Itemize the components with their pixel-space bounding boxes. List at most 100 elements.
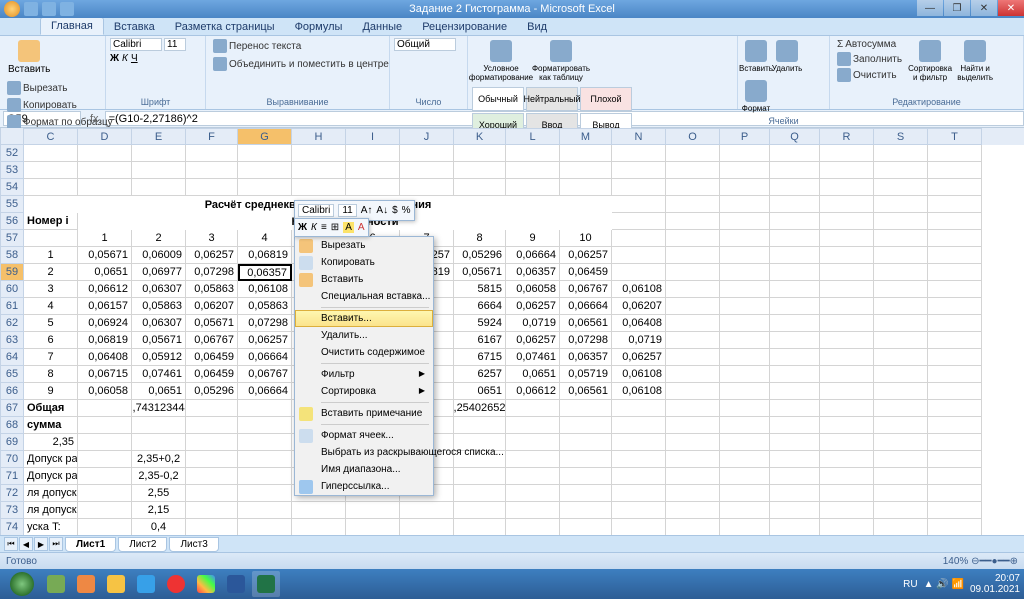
cell[interactable] bbox=[928, 179, 982, 196]
mini-font-name[interactable]: Calibri bbox=[298, 204, 334, 217]
cell[interactable]: 2,35+0,2 bbox=[132, 451, 186, 468]
cell[interactable] bbox=[78, 417, 132, 434]
mini-fill-color[interactable]: A bbox=[343, 222, 354, 233]
cell[interactable] bbox=[770, 417, 820, 434]
cell[interactable] bbox=[666, 468, 720, 485]
cell[interactable] bbox=[720, 468, 770, 485]
mini-percent[interactable]: % bbox=[402, 205, 411, 216]
cell[interactable]: 4 bbox=[24, 298, 78, 315]
cell[interactable]: 0,06767 bbox=[560, 281, 612, 298]
cell[interactable] bbox=[506, 468, 560, 485]
cell[interactable]: 0,06767 bbox=[186, 332, 238, 349]
cell[interactable] bbox=[928, 264, 982, 281]
row-header[interactable]: 68 bbox=[0, 417, 24, 434]
cell[interactable]: 0,06108 bbox=[612, 281, 666, 298]
column-header[interactable]: R bbox=[820, 128, 874, 145]
cell[interactable]: 4 bbox=[238, 230, 292, 247]
cell[interactable] bbox=[820, 366, 874, 383]
cell[interactable] bbox=[454, 162, 506, 179]
cell[interactable] bbox=[720, 332, 770, 349]
mini-grow-font[interactable]: A↑ bbox=[361, 205, 373, 216]
cell[interactable] bbox=[928, 468, 982, 485]
row-header[interactable]: 61 bbox=[0, 298, 24, 315]
taskbar-app-7[interactable] bbox=[222, 571, 250, 597]
cell[interactable] bbox=[874, 247, 928, 264]
cell[interactable]: 0,06664 bbox=[506, 247, 560, 264]
cell[interactable] bbox=[720, 264, 770, 281]
taskbar-app-2[interactable] bbox=[72, 571, 100, 597]
style-neutral[interactable]: Нейтральный bbox=[526, 87, 578, 111]
cell[interactable] bbox=[874, 196, 928, 213]
cell[interactable]: 0,06257 bbox=[560, 247, 612, 264]
cell[interactable]: 0,06561 bbox=[560, 315, 612, 332]
cell[interactable]: 6167 bbox=[454, 332, 506, 349]
cell[interactable]: Допуск размера: bbox=[24, 468, 78, 485]
cell[interactable] bbox=[820, 485, 874, 502]
cell[interactable]: 0,05671 bbox=[132, 332, 186, 349]
cell[interactable] bbox=[666, 434, 720, 451]
cell[interactable] bbox=[874, 383, 928, 400]
cell[interactable] bbox=[292, 502, 346, 519]
cell[interactable]: 0,0651 bbox=[506, 366, 560, 383]
zoom-level[interactable]: 140% bbox=[943, 556, 969, 567]
cell[interactable]: 0,05912 bbox=[132, 349, 186, 366]
context-menu-item[interactable]: Выбрать из раскрывающегося списка... bbox=[295, 444, 433, 461]
cell[interactable] bbox=[400, 145, 454, 162]
cell[interactable]: 0,05863 bbox=[238, 298, 292, 315]
cell[interactable] bbox=[820, 383, 874, 400]
cell[interactable]: 0,07298 bbox=[238, 315, 292, 332]
ribbon-tab[interactable]: Вид bbox=[517, 19, 557, 35]
cell[interactable] bbox=[78, 502, 132, 519]
cell[interactable] bbox=[506, 145, 560, 162]
close-button[interactable]: ✕ bbox=[998, 0, 1024, 16]
cell[interactable] bbox=[346, 502, 400, 519]
context-menu-item[interactable]: Вставить... bbox=[295, 310, 433, 327]
cell[interactable]: 0,06408 bbox=[78, 349, 132, 366]
cell[interactable] bbox=[78, 400, 132, 417]
cell[interactable] bbox=[770, 281, 820, 298]
cell[interactable] bbox=[720, 315, 770, 332]
cell[interactable] bbox=[132, 162, 186, 179]
row-header[interactable]: 64 bbox=[0, 349, 24, 366]
cell[interactable]: 0,06459 bbox=[186, 366, 238, 383]
cell[interactable]: 10 bbox=[560, 230, 612, 247]
row-header[interactable]: 71 bbox=[0, 468, 24, 485]
mini-shrink-font[interactable]: A↓ bbox=[376, 205, 388, 216]
cell[interactable] bbox=[612, 417, 666, 434]
cell[interactable] bbox=[292, 145, 346, 162]
cond-format-button[interactable]: Условное форматирование bbox=[472, 38, 530, 84]
cell[interactable] bbox=[666, 315, 720, 332]
cell[interactable] bbox=[928, 196, 982, 213]
column-header[interactable]: G bbox=[238, 128, 292, 145]
cell[interactable] bbox=[666, 162, 720, 179]
cell[interactable] bbox=[238, 145, 292, 162]
cell[interactable]: 0,06058 bbox=[506, 281, 560, 298]
cell[interactable] bbox=[874, 349, 928, 366]
cell[interactable]: 0,06664 bbox=[238, 349, 292, 366]
row-header[interactable]: 54 bbox=[0, 179, 24, 196]
cell[interactable] bbox=[874, 145, 928, 162]
cell[interactable]: ля допуска USL: bbox=[24, 485, 78, 502]
cell[interactable]: 9 bbox=[506, 230, 560, 247]
cell[interactable] bbox=[24, 230, 78, 247]
cell[interactable]: 0,06257 bbox=[506, 298, 560, 315]
cell[interactable]: 2,35 bbox=[24, 434, 78, 451]
cell[interactable] bbox=[770, 502, 820, 519]
row-header[interactable]: 73 bbox=[0, 502, 24, 519]
cell[interactable] bbox=[186, 400, 238, 417]
ribbon-tab[interactable]: Рецензирование bbox=[412, 19, 517, 35]
cell[interactable]: 0,06459 bbox=[560, 264, 612, 281]
cell[interactable] bbox=[238, 468, 292, 485]
cell[interactable]: 0,05719 bbox=[560, 366, 612, 383]
cell[interactable] bbox=[874, 230, 928, 247]
cell[interactable]: 0,05296 bbox=[454, 247, 506, 264]
cell[interactable] bbox=[292, 162, 346, 179]
sheet-tab[interactable]: Лист3 bbox=[169, 537, 218, 552]
column-header[interactable]: E bbox=[132, 128, 186, 145]
cell[interactable]: 0,06459 bbox=[186, 349, 238, 366]
cell[interactable]: 0,05296 bbox=[186, 383, 238, 400]
cell[interactable] bbox=[238, 519, 292, 535]
cell[interactable] bbox=[612, 485, 666, 502]
row-header[interactable]: 70 bbox=[0, 451, 24, 468]
cell[interactable]: 0,254026528 bbox=[454, 400, 506, 417]
